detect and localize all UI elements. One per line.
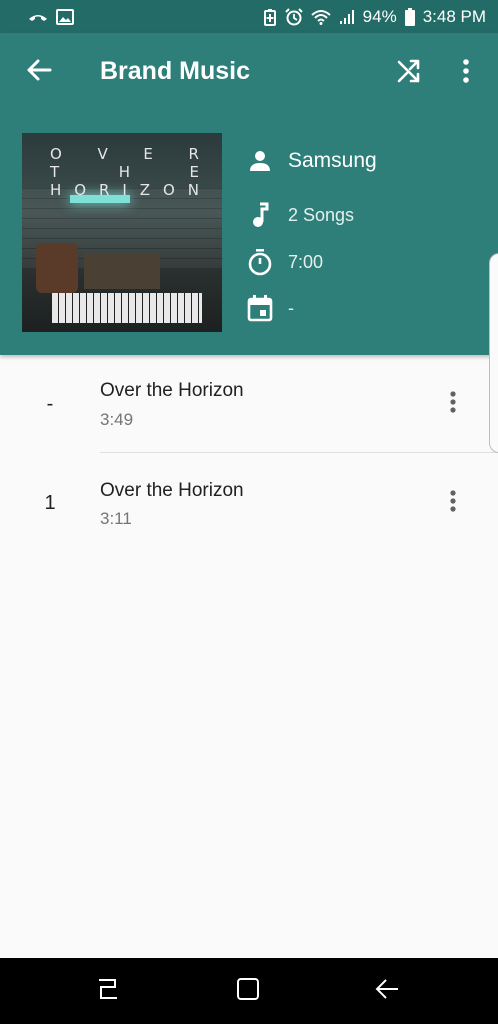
missed-call-icon	[28, 10, 48, 24]
songs-row: 2 Songs	[246, 201, 354, 229]
back-icon	[374, 977, 400, 1006]
album-art-title-line-3: H O R I Z O N	[50, 181, 200, 199]
track-row[interactable]: - Over the Horizon 3:49	[0, 355, 498, 454]
more-options-button[interactable]	[452, 57, 480, 89]
battery-percent: 94%	[362, 6, 397, 26]
alarm-icon	[284, 7, 303, 26]
album-duration: 7:00	[288, 251, 324, 272]
status-bar: 94% 3:48 PM	[0, 0, 498, 33]
battery-icon	[404, 7, 415, 26]
clock: 3:48 PM	[422, 6, 486, 26]
track-number: -	[46, 393, 54, 415]
home-button[interactable]	[233, 976, 263, 1006]
arrow-left-icon	[26, 58, 52, 87]
album-art-amp	[84, 253, 160, 289]
track-duration: 3:11	[100, 509, 132, 528]
shuffle-button[interactable]	[393, 57, 425, 89]
app-bar: Brand Music	[0, 33, 498, 111]
song-count: 2 Songs	[288, 204, 355, 225]
duration-row: 7:00	[246, 248, 323, 276]
year-row: -	[246, 294, 294, 322]
track-row[interactable]: 1 Over the Horizon 3:11	[0, 454, 498, 553]
home-icon	[236, 977, 260, 1006]
recents-button[interactable]	[93, 976, 123, 1006]
track-number: 1	[44, 492, 56, 514]
album-art-title-line-2: T H E	[50, 163, 200, 181]
more-vert-icon	[449, 489, 457, 518]
battery-saver-icon	[263, 8, 277, 26]
more-vert-icon	[449, 390, 457, 419]
more-vert-icon	[462, 58, 470, 89]
track-title: Over the Horizon	[100, 380, 244, 401]
navigation-bar	[0, 958, 498, 1024]
track-more-button[interactable]	[441, 487, 465, 519]
shuffle-icon	[396, 58, 422, 89]
scrollbar[interactable]	[489, 253, 498, 453]
back-button[interactable]	[22, 55, 56, 89]
album-year: -	[288, 297, 294, 318]
album-art[interactable]: O V E R T H E H O R I Z O N	[22, 133, 222, 332]
album-art-drum	[36, 243, 78, 293]
track-title: Over the Horizon	[100, 480, 244, 501]
artist-row: Samsung	[246, 147, 377, 175]
image-icon	[56, 8, 74, 25]
recents-icon	[95, 977, 121, 1006]
person-icon	[246, 147, 274, 175]
timer-icon	[246, 248, 274, 276]
album-art-title-line-1: O V E R	[50, 145, 200, 163]
track-more-button[interactable]	[441, 388, 465, 420]
track-duration: 3:49	[100, 410, 134, 429]
page-title: Brand Music	[100, 57, 251, 85]
album-art-keys	[52, 293, 202, 323]
artist-name: Samsung	[288, 149, 377, 172]
album-header: Brand Music O V E R T H E H O R I Z O N …	[0, 33, 498, 355]
wifi-icon	[310, 9, 331, 25]
signal-icon	[339, 9, 355, 25]
list-divider	[100, 452, 498, 453]
music-note-icon	[246, 201, 274, 229]
calendar-icon	[246, 294, 274, 322]
nav-back-button[interactable]	[372, 976, 402, 1006]
